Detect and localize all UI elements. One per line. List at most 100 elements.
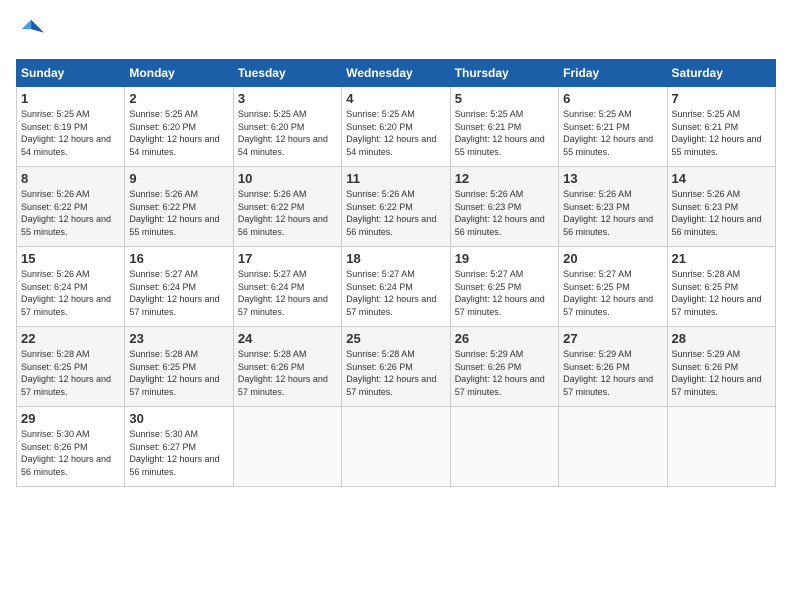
calendar-cell	[559, 407, 667, 487]
calendar-cell: 1 Sunrise: 5:25 AMSunset: 6:19 PMDaylight…	[17, 87, 125, 167]
day-info: Sunrise: 5:25 AMSunset: 6:19 PMDaylight:…	[21, 108, 120, 158]
calendar-table: SundayMondayTuesdayWednesdayThursdayFrid…	[16, 59, 776, 487]
calendar-cell: 25 Sunrise: 5:28 AMSunset: 6:26 PMDayligh…	[342, 327, 450, 407]
calendar-cell: 2 Sunrise: 5:25 AMSunset: 6:20 PMDaylight…	[125, 87, 233, 167]
day-number: 30	[129, 411, 228, 426]
calendar-week-row: 8 Sunrise: 5:26 AMSunset: 6:22 PMDaylight…	[17, 167, 776, 247]
day-number: 15	[21, 251, 120, 266]
day-number: 22	[21, 331, 120, 346]
day-number: 2	[129, 91, 228, 106]
calendar-cell: 11 Sunrise: 5:26 AMSunset: 6:22 PMDayligh…	[342, 167, 450, 247]
day-info: Sunrise: 5:26 AMSunset: 6:22 PMDaylight:…	[129, 188, 228, 238]
calendar-cell	[450, 407, 558, 487]
day-number: 5	[455, 91, 554, 106]
calendar-cell: 24 Sunrise: 5:28 AMSunset: 6:26 PMDayligh…	[233, 327, 341, 407]
day-info: Sunrise: 5:29 AMSunset: 6:26 PMDaylight:…	[455, 348, 554, 398]
day-info: Sunrise: 5:26 AMSunset: 6:22 PMDaylight:…	[346, 188, 445, 238]
day-number: 18	[346, 251, 445, 266]
day-number: 3	[238, 91, 337, 106]
day-info: Sunrise: 5:29 AMSunset: 6:26 PMDaylight:…	[563, 348, 662, 398]
day-info: Sunrise: 5:26 AMSunset: 6:22 PMDaylight:…	[21, 188, 120, 238]
day-info: Sunrise: 5:28 AMSunset: 6:26 PMDaylight:…	[238, 348, 337, 398]
day-number: 1	[21, 91, 120, 106]
day-info: Sunrise: 5:25 AMSunset: 6:20 PMDaylight:…	[346, 108, 445, 158]
calendar-cell: 9 Sunrise: 5:26 AMSunset: 6:22 PMDaylight…	[125, 167, 233, 247]
day-number: 8	[21, 171, 120, 186]
day-info: Sunrise: 5:25 AMSunset: 6:21 PMDaylight:…	[455, 108, 554, 158]
day-number: 9	[129, 171, 228, 186]
logo	[16, 16, 46, 49]
column-header-thursday: Thursday	[450, 60, 558, 87]
calendar-cell: 27 Sunrise: 5:29 AMSunset: 6:26 PMDayligh…	[559, 327, 667, 407]
calendar-cell: 7Sunrise: 5:25 AMSunset: 6:21 PMDaylight…	[667, 87, 775, 167]
calendar-cell: 8 Sunrise: 5:26 AMSunset: 6:22 PMDaylight…	[17, 167, 125, 247]
column-header-tuesday: Tuesday	[233, 60, 341, 87]
day-number: 19	[455, 251, 554, 266]
day-info: Sunrise: 5:26 AMSunset: 6:22 PMDaylight:…	[238, 188, 337, 238]
day-info: Sunrise: 5:28 AMSunset: 6:25 PMDaylight:…	[21, 348, 120, 398]
calendar-cell: 12Sunrise: 5:26 AMSunset: 6:23 PMDayligh…	[450, 167, 558, 247]
calendar-cell: 30 Sunrise: 5:30 AMSunset: 6:27 PMDayligh…	[125, 407, 233, 487]
day-number: 26	[455, 331, 554, 346]
calendar-cell: 10 Sunrise: 5:26 AMSunset: 6:22 PMDayligh…	[233, 167, 341, 247]
day-number: 10	[238, 171, 337, 186]
calendar-cell	[667, 407, 775, 487]
calendar-cell: 6Sunrise: 5:25 AMSunset: 6:21 PMDaylight…	[559, 87, 667, 167]
column-header-wednesday: Wednesday	[342, 60, 450, 87]
calendar-cell: 20Sunrise: 5:27 AMSunset: 6:25 PMDayligh…	[559, 247, 667, 327]
column-header-monday: Monday	[125, 60, 233, 87]
day-number: 21	[672, 251, 771, 266]
calendar-week-row: 22 Sunrise: 5:28 AMSunset: 6:25 PMDayligh…	[17, 327, 776, 407]
day-info: Sunrise: 5:28 AMSunset: 6:26 PMDaylight:…	[346, 348, 445, 398]
calendar-header-row: SundayMondayTuesdayWednesdayThursdayFrid…	[17, 60, 776, 87]
day-info: Sunrise: 5:25 AMSunset: 6:20 PMDaylight:…	[238, 108, 337, 158]
day-info: Sunrise: 5:27 AMSunset: 6:24 PMDaylight:…	[346, 268, 445, 318]
calendar-cell: 17Sunrise: 5:27 AMSunset: 6:24 PMDayligh…	[233, 247, 341, 327]
day-number: 4	[346, 91, 445, 106]
day-info: Sunrise: 5:26 AMSunset: 6:24 PMDaylight:…	[21, 268, 120, 318]
day-number: 13	[563, 171, 662, 186]
day-info: Sunrise: 5:25 AMSunset: 6:20 PMDaylight:…	[129, 108, 228, 158]
calendar-cell: 3 Sunrise: 5:25 AMSunset: 6:20 PMDaylight…	[233, 87, 341, 167]
day-info: Sunrise: 5:30 AMSunset: 6:27 PMDaylight:…	[129, 428, 228, 478]
calendar-cell: 15 Sunrise: 5:26 AMSunset: 6:24 PMDayligh…	[17, 247, 125, 327]
day-number: 16	[129, 251, 228, 266]
calendar-cell	[342, 407, 450, 487]
day-number: 11	[346, 171, 445, 186]
day-number: 24	[238, 331, 337, 346]
calendar-cell: 23 Sunrise: 5:28 AMSunset: 6:25 PMDayligh…	[125, 327, 233, 407]
day-number: 25	[346, 331, 445, 346]
day-info: Sunrise: 5:27 AMSunset: 6:25 PMDaylight:…	[455, 268, 554, 318]
day-info: Sunrise: 5:28 AMSunset: 6:25 PMDaylight:…	[129, 348, 228, 398]
day-number: 23	[129, 331, 228, 346]
calendar-cell: 19 Sunrise: 5:27 AMSunset: 6:25 PMDayligh…	[450, 247, 558, 327]
calendar-cell: 5 Sunrise: 5:25 AMSunset: 6:21 PMDaylight…	[450, 87, 558, 167]
day-number: 28	[672, 331, 771, 346]
day-number: 7	[672, 91, 771, 106]
column-header-sunday: Sunday	[17, 60, 125, 87]
calendar-week-row: 1 Sunrise: 5:25 AMSunset: 6:19 PMDaylight…	[17, 87, 776, 167]
calendar-week-row: 29 Sunrise: 5:30 AMSunset: 6:26 PMDayligh…	[17, 407, 776, 487]
calendar-cell	[233, 407, 341, 487]
day-number: 27	[563, 331, 662, 346]
column-header-friday: Friday	[559, 60, 667, 87]
page-header	[16, 16, 776, 49]
calendar-cell: 18 Sunrise: 5:27 AMSunset: 6:24 PMDayligh…	[342, 247, 450, 327]
day-info: Sunrise: 5:29 AMSunset: 6:26 PMDaylight:…	[672, 348, 771, 398]
calendar-cell: 14Sunrise: 5:26 AMSunset: 6:23 PMDayligh…	[667, 167, 775, 247]
day-number: 29	[21, 411, 120, 426]
day-info: Sunrise: 5:27 AMSunset: 6:24 PMDaylight:…	[129, 268, 228, 318]
day-info: Sunrise: 5:26 AMSunset: 6:23 PMDaylight:…	[563, 188, 662, 238]
day-number: 20	[563, 251, 662, 266]
calendar-cell: 13 Sunrise: 5:26 AMSunset: 6:23 PMDayligh…	[559, 167, 667, 247]
day-number: 17	[238, 251, 337, 266]
calendar-cell: 21Sunrise: 5:28 AMSunset: 6:25 PMDayligh…	[667, 247, 775, 327]
calendar-cell: 16 Sunrise: 5:27 AMSunset: 6:24 PMDayligh…	[125, 247, 233, 327]
day-info: Sunrise: 5:30 AMSunset: 6:26 PMDaylight:…	[21, 428, 120, 478]
calendar-cell: 28 Sunrise: 5:29 AMSunset: 6:26 PMDayligh…	[667, 327, 775, 407]
calendar-cell: 4 Sunrise: 5:25 AMSunset: 6:20 PMDaylight…	[342, 87, 450, 167]
day-info: Sunrise: 5:26 AMSunset: 6:23 PMDaylight:…	[455, 188, 554, 238]
day-info: Sunrise: 5:26 AMSunset: 6:23 PMDaylight:…	[672, 188, 771, 238]
day-info: Sunrise: 5:25 AMSunset: 6:21 PMDaylight:…	[563, 108, 662, 158]
column-header-saturday: Saturday	[667, 60, 775, 87]
